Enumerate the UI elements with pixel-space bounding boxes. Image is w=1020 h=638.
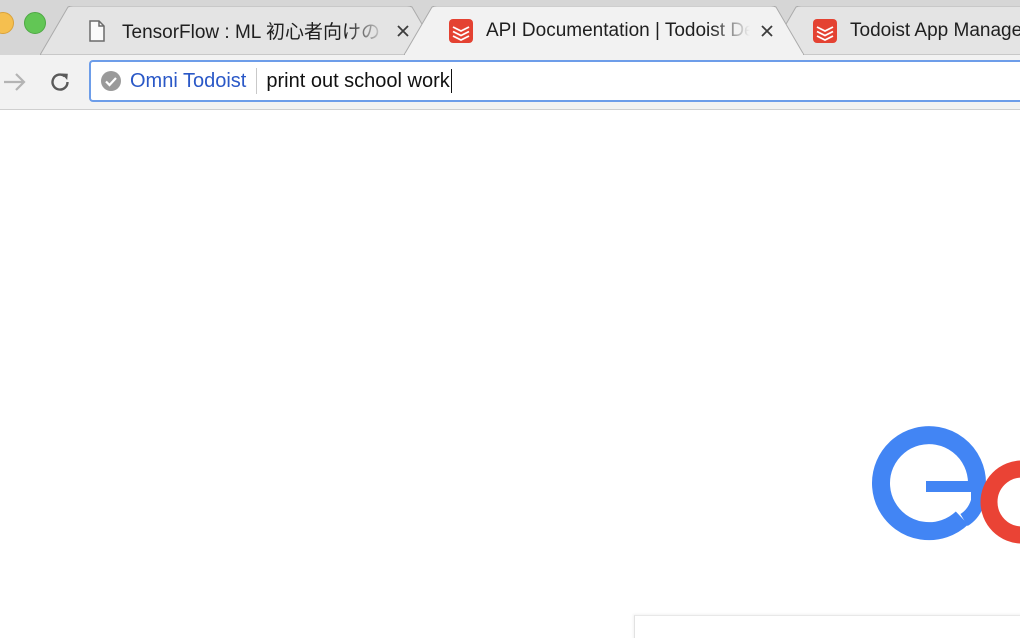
text-caret [450, 69, 453, 93]
browser-window: TensorFlow : ML 初心者向けの MNIST Todoist App… [0, 0, 1020, 638]
reload-icon [51, 73, 69, 91]
omnibox[interactable]: Omni Todoist print out school work [89, 60, 1020, 102]
page-content [0, 110, 1020, 638]
minimize-window-button[interactable] [0, 12, 14, 34]
close-tab-icon[interactable] [756, 20, 778, 42]
omnibox-separator [256, 68, 258, 94]
tab-api-documentation[interactable]: API Documentation | Todoist Developer [404, 6, 804, 55]
search-box[interactable] [634, 615, 1020, 638]
omnibox-input[interactable]: print out school work [266, 69, 453, 93]
tab-title: API Documentation | Todoist Developer [486, 19, 750, 41]
todoist-icon [448, 18, 474, 44]
tab-tensorflow[interactable]: TensorFlow : ML 初心者向けの MNIST [40, 6, 440, 55]
google-logo [872, 426, 1020, 544]
reload-button[interactable] [45, 67, 75, 97]
tab-title: Todoist App Management [850, 19, 1020, 41]
extension-check-icon [101, 71, 121, 91]
browser-toolbar: Omni Todoist print out school work [0, 55, 1020, 110]
arrow-right-icon [4, 73, 26, 91]
tab-todoist-app-management[interactable]: Todoist App Management [768, 6, 1020, 55]
forward-button[interactable] [0, 67, 30, 97]
omnibox-keyword: Omni Todoist [130, 69, 247, 92]
tab-title: TensorFlow : ML 初心者向けの MNIST [122, 22, 386, 43]
tab-strip: TensorFlow : ML 初心者向けの MNIST Todoist App… [0, 0, 1020, 56]
omnibox-query-text: print out school work [266, 69, 450, 92]
todoist-icon [812, 18, 838, 44]
document-icon [84, 18, 110, 44]
